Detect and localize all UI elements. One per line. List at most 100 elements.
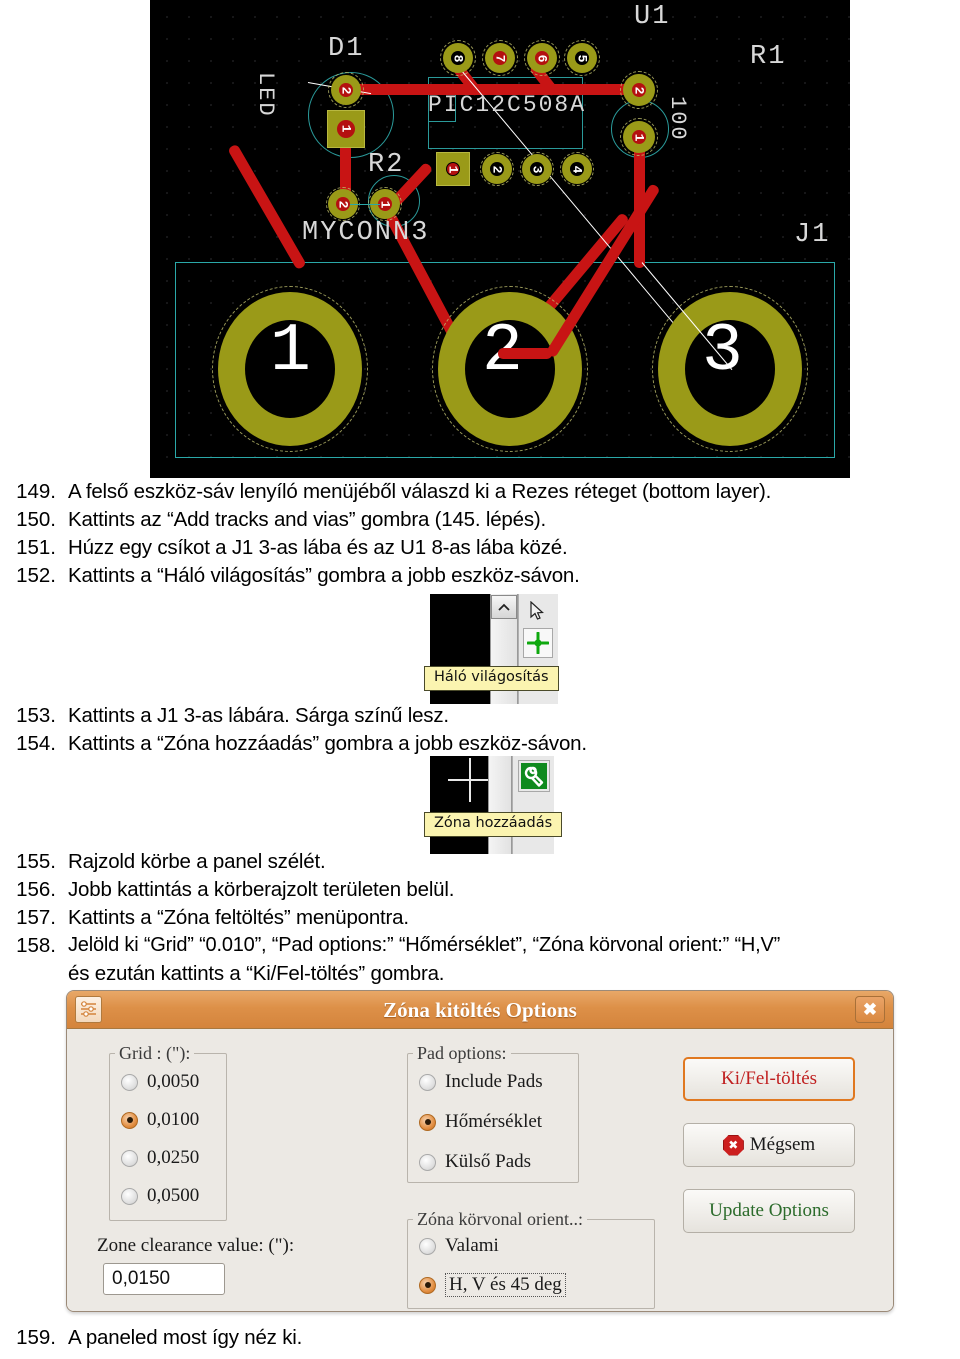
grid-groupbox-title: Grid : ("): bbox=[115, 1043, 195, 1064]
step-number: 150. bbox=[16, 508, 56, 531]
grid-option-1[interactable]: 0,0100 bbox=[121, 1109, 199, 1131]
close-icon[interactable]: ✖ bbox=[855, 996, 885, 1023]
scroll-up-button[interactable] bbox=[491, 595, 517, 619]
value-myconn3: MYCONN3 bbox=[302, 218, 430, 248]
step-number: 157. bbox=[16, 906, 56, 929]
zone-orient-option-0[interactable]: Valami bbox=[419, 1235, 499, 1257]
radio-indicator[interactable] bbox=[419, 1073, 436, 1091]
pcb-board-screenshot: 8 7 6 5 1 2 3 4 2 1 2 1 2 1 1 3 U1 D1 R1… bbox=[150, 0, 850, 478]
pad-option-label: Include Pads bbox=[445, 1071, 543, 1092]
grid-option-label: 0,0250 bbox=[147, 1147, 200, 1168]
value-led: LED bbox=[253, 72, 278, 118]
dialog-titlebar[interactable]: Zóna kitöltés Options ✖ bbox=[67, 991, 893, 1029]
pad-options-groupbox-title: Pad options: bbox=[413, 1043, 511, 1064]
pad-option-label: Hőmérséklet bbox=[445, 1111, 543, 1132]
pad-option-0[interactable]: Include Pads bbox=[419, 1071, 543, 1093]
zone-orient-option-1[interactable]: H, V és 45 deg bbox=[419, 1273, 566, 1297]
step-number: 149. bbox=[16, 480, 56, 503]
cursor-arrow-icon[interactable] bbox=[524, 598, 550, 624]
add-zone-icon bbox=[521, 763, 547, 789]
designator-j1: J1 bbox=[794, 220, 831, 250]
zone-orient-option-label: H, V és 45 deg bbox=[445, 1273, 566, 1297]
vertical-scrollbar[interactable] bbox=[488, 756, 512, 854]
pad-option-1[interactable]: Hőmérséklet bbox=[419, 1111, 542, 1133]
grid-option-label: 0,0100 bbox=[147, 1109, 200, 1130]
pad-option-2[interactable]: Külső Pads bbox=[419, 1151, 531, 1173]
net-highlight-cross-icon bbox=[527, 632, 549, 654]
chevron-up-icon bbox=[498, 603, 510, 611]
cancel-button[interactable]: Mégsem bbox=[683, 1123, 855, 1167]
pad-number: 8 bbox=[450, 54, 466, 63]
pad-number: 1 bbox=[338, 124, 354, 133]
crosshair-icon bbox=[448, 758, 492, 802]
fill-unfill-button[interactable]: Ki/Fel-töltés bbox=[683, 1057, 855, 1101]
zone-fill-options-dialog: Zóna kitöltés Options ✖ Grid : ("): 0,00… bbox=[66, 990, 894, 1312]
step-text: Jobb kattintás a körberajzolt területen … bbox=[68, 878, 455, 901]
pad-number: 2 bbox=[335, 200, 351, 209]
value-100: 100 bbox=[665, 96, 690, 142]
toolbar-fragment-net-highlight: Háló világosítás bbox=[424, 594, 575, 704]
ratsnest-line bbox=[350, 204, 380, 205]
radio-indicator[interactable] bbox=[121, 1187, 138, 1205]
step-text: A paneled most így néz ki. bbox=[68, 1326, 303, 1349]
step-number: 154. bbox=[16, 732, 56, 755]
step-number: 153. bbox=[16, 704, 56, 727]
grid-option-label: 0,0050 bbox=[147, 1071, 200, 1092]
zone-clearance-label: Zone clearance value: ("): bbox=[97, 1235, 295, 1256]
pad-number: 1 bbox=[270, 313, 311, 390]
pad-number: 2 bbox=[338, 86, 354, 95]
designator-r1: R1 bbox=[750, 42, 787, 72]
step-text: Kattints a “Háló világosítás” gombra a j… bbox=[68, 564, 580, 587]
grid-option-2[interactable]: 0,0250 bbox=[121, 1147, 199, 1169]
pad-number: 3 bbox=[529, 165, 545, 174]
dialog-title: Zóna kitöltés Options bbox=[383, 998, 577, 1022]
zone-orient-groupbox-title: Zóna körvonal orient..: bbox=[413, 1209, 587, 1230]
zone-clearance-input[interactable]: 0,0150 bbox=[103, 1263, 225, 1295]
net-highlight-button[interactable] bbox=[523, 628, 553, 658]
step-text: A felső eszköz-sáv lenyíló menüjéből vál… bbox=[68, 480, 772, 503]
step-text: Húzz egy csíkot a J1 3-as lába és az U1 … bbox=[68, 536, 568, 559]
step-text: Kattints a J1 3-as lábára. Sárga színű l… bbox=[68, 704, 449, 727]
toolbar-fragment-add-zone: Zóna hozzáadás bbox=[424, 756, 590, 854]
pad-number: 1 bbox=[445, 165, 461, 174]
pad-number: 5 bbox=[574, 54, 590, 63]
pad-number: 4 bbox=[569, 165, 585, 174]
step-number: 158. bbox=[16, 934, 56, 957]
dialog-body: Grid : ("): 0,0050 0,0100 0,0250 0,0500 … bbox=[67, 1029, 893, 1311]
step-text-continuation: és ezután kattints a “Ki/Fel-töltés” gom… bbox=[68, 962, 445, 985]
step-text: Rajzold körbe a panel szélét. bbox=[68, 850, 326, 873]
radio-indicator[interactable] bbox=[419, 1153, 436, 1171]
step-text: Kattints a “Zóna hozzáadás” gombra a job… bbox=[68, 732, 587, 755]
pad-number: 2 bbox=[489, 165, 505, 174]
tooltip-net-highlight: Háló világosítás bbox=[424, 666, 559, 691]
value-pic12c508a: PIC12C508A bbox=[428, 92, 587, 118]
step-number: 156. bbox=[16, 878, 56, 901]
radio-indicator[interactable] bbox=[419, 1276, 436, 1294]
grid-option-0[interactable]: 0,0050 bbox=[121, 1071, 199, 1093]
pad-number: 1 bbox=[631, 133, 647, 142]
grid-option-3[interactable]: 0,0500 bbox=[121, 1185, 199, 1207]
step-number: 159. bbox=[16, 1326, 56, 1349]
step-number: 152. bbox=[16, 564, 56, 587]
radio-indicator[interactable] bbox=[121, 1073, 138, 1091]
step-text: Jelöld ki “Grid” “0.010”, “Pad options:”… bbox=[68, 934, 781, 956]
add-zone-button[interactable] bbox=[518, 760, 550, 792]
pad-number: 3 bbox=[702, 313, 743, 390]
pad-number: 6 bbox=[534, 54, 550, 63]
step-text: Kattints az “Add tracks and vias” gombra… bbox=[68, 508, 547, 531]
pad-option-label: Külső Pads bbox=[445, 1151, 532, 1172]
designator-d1: D1 bbox=[328, 34, 365, 64]
pad-number: 7 bbox=[492, 54, 508, 63]
step-number: 151. bbox=[16, 536, 56, 559]
designator-r2: R2 bbox=[368, 150, 405, 180]
radio-indicator[interactable] bbox=[121, 1111, 138, 1129]
radio-indicator[interactable] bbox=[419, 1237, 436, 1255]
radio-indicator[interactable] bbox=[419, 1113, 436, 1131]
grid-option-label: 0,0500 bbox=[147, 1185, 200, 1206]
radio-indicator[interactable] bbox=[121, 1149, 138, 1167]
step-text: Kattints a “Zóna feltöltés” menüpontra. bbox=[68, 906, 409, 929]
zone-orient-option-label: Valami bbox=[445, 1235, 499, 1256]
stop-icon bbox=[722, 1134, 744, 1156]
update-options-button[interactable]: Update Options bbox=[683, 1189, 855, 1233]
designator-u1: U1 bbox=[634, 2, 671, 32]
